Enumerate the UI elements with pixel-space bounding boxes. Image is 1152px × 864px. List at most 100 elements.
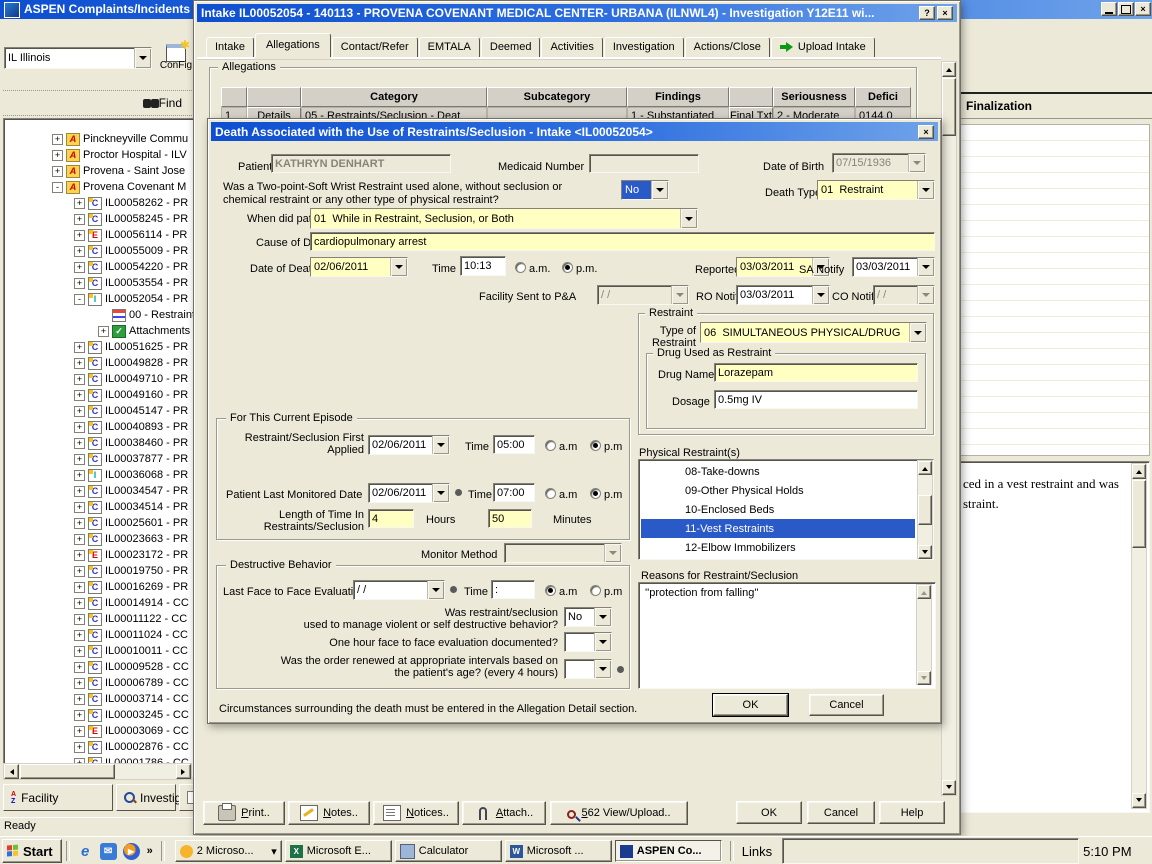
- medicaid-field[interactable]: [589, 154, 699, 173]
- tree-item[interactable]: + Pinckneyville Commu: [4, 131, 193, 147]
- intake-tab[interactable]: Actions/Close: [685, 37, 770, 57]
- column-header[interactable]: [729, 87, 773, 107]
- last-monitored-date-combo[interactable]: 02/06/2011: [368, 483, 450, 503]
- chevron-down-icon[interactable]: [432, 436, 449, 454]
- tree-item[interactable]: + IL00023663 - PR: [4, 531, 193, 547]
- tree-item[interactable]: - Provena Covenant M: [4, 179, 193, 195]
- type-of-restraint-combo[interactable]: 06 SIMULTANEOUS PHYSICAL/DRUG: [700, 322, 927, 343]
- tree-item[interactable]: + IL00053554 - PR: [4, 275, 193, 291]
- tray-icon[interactable]: [1059, 845, 1072, 858]
- column-header-seriousness[interactable]: Seriousness: [773, 87, 855, 107]
- tree-expander[interactable]: +: [74, 582, 85, 593]
- physical-restraint-option[interactable]: 10-Enclosed Beds: [641, 500, 915, 519]
- tree-item[interactable]: + IL00014914 - CC: [4, 595, 193, 611]
- restore-button[interactable]: [1118, 2, 1134, 16]
- tree-item[interactable]: + IL00025601 - PR: [4, 515, 193, 531]
- reasons-textarea[interactable]: ''protection from falling'': [638, 582, 936, 689]
- tree-expander[interactable]: +: [74, 438, 85, 449]
- minutes-field[interactable]: 50: [488, 509, 532, 528]
- tree-expander[interactable]: +: [74, 550, 85, 561]
- media-player-icon[interactable]: ▶: [123, 843, 140, 860]
- pm-radio[interactable]: [562, 262, 573, 273]
- physical-restraint-option[interactable]: 08-Take-downs: [641, 462, 915, 481]
- tree-expander[interactable]: +: [74, 198, 85, 209]
- chevron-down-icon[interactable]: [134, 48, 151, 68]
- tree-item[interactable]: + Proctor Hospital - ILV: [4, 147, 193, 163]
- tray-icon[interactable]: [879, 845, 892, 858]
- scrollbar-thumb[interactable]: [20, 764, 115, 779]
- am-radio[interactable]: [545, 488, 556, 499]
- chevron-down-icon[interactable]: [432, 484, 449, 502]
- internet-explorer-icon[interactable]: e: [77, 843, 94, 860]
- tree-item[interactable]: + IL00003245 - CC: [4, 707, 193, 723]
- tray-icon[interactable]: [1023, 845, 1036, 858]
- scroll-up-button[interactable]: [917, 585, 931, 599]
- tree-item[interactable]: + IL00049828 - PR: [4, 355, 193, 371]
- chevron-down-icon[interactable]: [917, 181, 934, 199]
- pm-radio[interactable]: [590, 488, 601, 499]
- tray-icon[interactable]: [1005, 845, 1018, 858]
- tray-icon[interactable]: [825, 845, 838, 858]
- tray-icon[interactable]: [915, 845, 928, 858]
- tree-item[interactable]: + IL00023172 - PR: [4, 547, 193, 563]
- drug-name-field[interactable]: Lorazepam: [714, 363, 918, 382]
- ok-button[interactable]: OK: [713, 694, 788, 716]
- tree-expander[interactable]: +: [98, 326, 109, 337]
- tree-item[interactable]: + IL00049710 - PR: [4, 371, 193, 387]
- chevron-down-icon[interactable]: [812, 286, 829, 304]
- physical-restraint-option[interactable]: 09-Other Physical Holds: [641, 481, 915, 500]
- cancel-button[interactable]: Cancel: [807, 801, 875, 824]
- close-button[interactable]: ×: [1135, 2, 1151, 16]
- state-selector[interactable]: IL Illinois: [4, 47, 152, 69]
- intake-vertical-scrollbar[interactable]: [941, 61, 957, 796]
- chevron-down-icon[interactable]: [427, 581, 444, 599]
- first-applied-date-combo[interactable]: 02/06/2011: [368, 435, 450, 455]
- tree-item[interactable]: + IL00058262 - PR: [4, 195, 193, 211]
- tree-item[interactable]: + IL00045147 - PR: [4, 403, 193, 419]
- help-button[interactable]: Help: [879, 801, 945, 824]
- am-radio[interactable]: [545, 585, 556, 596]
- tree-item[interactable]: + Attachments: [4, 323, 193, 339]
- tree-expander[interactable]: +: [74, 518, 85, 529]
- tree-expander[interactable]: +: [74, 278, 85, 289]
- tree-item[interactable]: + IL00056114 - PR: [4, 227, 193, 243]
- death-time-field[interactable]: 10:13: [460, 256, 506, 276]
- scroll-right-button[interactable]: [176, 764, 191, 779]
- tree-item[interactable]: + Provena - Saint Jose: [4, 163, 193, 179]
- print-button[interactable]: Print..: [203, 801, 285, 825]
- close-button[interactable]: ×: [937, 6, 953, 20]
- f2f-date-combo[interactable]: / /: [353, 580, 445, 600]
- tree-item[interactable]: + IL00009528 - CC: [4, 659, 193, 675]
- tree-item[interactable]: + IL00036068 - PR: [4, 467, 193, 483]
- pm-radio[interactable]: [590, 440, 601, 451]
- mail-icon[interactable]: ✉: [100, 843, 117, 860]
- date-of-death-combo[interactable]: 02/06/2011: [310, 257, 408, 277]
- tray-icon[interactable]: [843, 845, 856, 858]
- scrollbar-thumb[interactable]: [1132, 480, 1146, 548]
- column-header-findings[interactable]: Findings: [627, 87, 729, 107]
- scroll-down-button[interactable]: [918, 545, 932, 559]
- last-monitored-time-field[interactable]: 07:00: [493, 483, 535, 502]
- scroll-up-button[interactable]: [918, 461, 932, 475]
- intake-tab[interactable]: Investigation: [604, 37, 684, 57]
- tree-expander[interactable]: +: [74, 374, 85, 385]
- one-hour-answer-combo[interactable]: [564, 632, 612, 652]
- intake-tab[interactable]: Activities: [541, 37, 602, 57]
- tree-expander[interactable]: -: [74, 294, 85, 305]
- am-radio[interactable]: [545, 440, 556, 451]
- tree-expander[interactable]: +: [74, 390, 85, 401]
- am-radio[interactable]: [515, 262, 526, 273]
- task-button[interactable]: Microsoft E... ▾: [285, 840, 392, 862]
- tree-expander[interactable]: +: [74, 678, 85, 689]
- tree-expander[interactable]: +: [74, 214, 85, 225]
- intake-tab[interactable]: Intake: [206, 37, 254, 57]
- attach-button[interactable]: Attach..: [462, 801, 546, 825]
- tree-item[interactable]: + IL00037877 - PR: [4, 451, 193, 467]
- scrollbar-thumb[interactable]: [918, 495, 932, 525]
- tree-expander[interactable]: +: [74, 710, 85, 721]
- tree-expander[interactable]: +: [74, 486, 85, 497]
- tree-expander[interactable]: +: [74, 342, 85, 353]
- physical-list-scrollbar[interactable]: [917, 460, 933, 559]
- tree-item[interactable]: + IL00034547 - PR: [4, 483, 193, 499]
- tree-expander[interactable]: +: [74, 422, 85, 433]
